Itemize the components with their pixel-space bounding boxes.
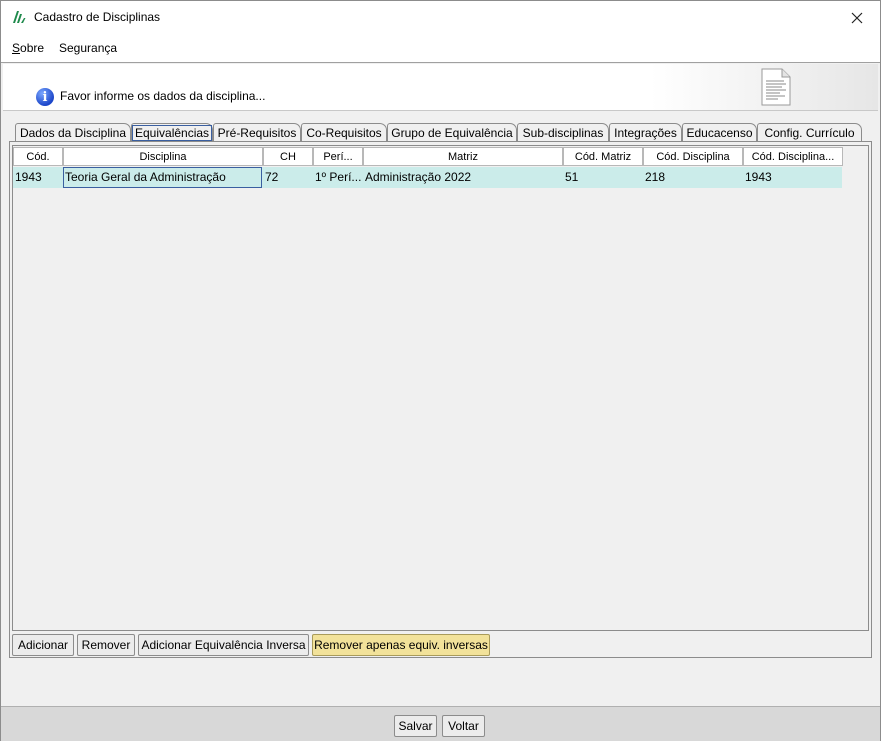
table-row[interactable]: 1943 Teoria Geral da Administração 72 1º… [13, 167, 842, 188]
tab-sub-disciplinas[interactable]: Sub-disciplinas [517, 123, 609, 141]
tab-grupo-de-equivalencia[interactable]: Grupo de Equivalência [387, 123, 517, 141]
add-inverse-equivalence-button[interactable]: Adicionar Equivalência Inversa [138, 634, 309, 656]
info-header: i Favor informe os dados da disciplina..… [3, 64, 878, 111]
cell-periodo[interactable]: 1º Perí... [313, 167, 363, 188]
menu-sobre[interactable]: Sobre [12, 41, 44, 55]
info-icon: i [36, 88, 54, 106]
tab-equivalencias[interactable]: Equivalências [131, 123, 213, 141]
close-icon [851, 12, 863, 23]
menu-bar: Sobre Segurança [1, 34, 880, 63]
col-header-periodo[interactable]: Perí... [313, 147, 363, 166]
menu-sobre-rest: obre [20, 41, 45, 55]
document-icon [761, 68, 791, 106]
app-logo-icon [13, 11, 26, 23]
cell-cod-matriz[interactable]: 51 [563, 167, 643, 188]
col-header-ch[interactable]: CH [263, 147, 313, 166]
col-header-cod-disciplina[interactable]: Cód. Disciplina [643, 147, 743, 166]
cell-disciplina[interactable]: Teoria Geral da Administração [63, 167, 262, 188]
save-button[interactable]: Salvar [394, 715, 437, 737]
tab-integracoes[interactable]: Integrações [609, 123, 682, 141]
tab-equivalencias-label: Equivalências [132, 125, 213, 141]
tab-pre-requisitos[interactable]: Pré-Requisitos [213, 123, 301, 141]
cell-cod[interactable]: 1943 [13, 167, 63, 188]
window-title: Cadastro de Disciplinas [34, 10, 161, 24]
tab-config-curriculo[interactable]: Config. Currículo [757, 123, 862, 141]
col-header-cod-disciplina-2[interactable]: Cód. Disciplina... [743, 147, 843, 166]
tab-educacenso[interactable]: Educacenso [682, 123, 757, 141]
menu-seguranca[interactable]: Segurança [59, 41, 117, 55]
tab-dados-da-disciplina[interactable]: Dados da Disciplina [15, 123, 131, 141]
cell-ch[interactable]: 72 [263, 167, 313, 188]
equivalencias-table[interactable]: Cód. Disciplina CH Perí... Matriz Cód. M… [12, 145, 869, 631]
cell-cod-disciplina[interactable]: 218 [643, 167, 743, 188]
col-header-matriz[interactable]: Matriz [363, 147, 563, 166]
tab-co-requisitos[interactable]: Co-Requisitos [301, 123, 387, 141]
cell-matriz[interactable]: Administração 2022 [363, 167, 563, 188]
title-bar: Cadastro de Disciplinas [1, 1, 880, 34]
remove-button[interactable]: Remover [77, 634, 135, 656]
remove-inverse-equivalences-button[interactable]: Remover apenas equiv. inversas [312, 634, 490, 656]
add-button[interactable]: Adicionar [12, 634, 74, 656]
cell-cod-disciplina-2[interactable]: 1943 [743, 167, 843, 188]
footer-bar: Salvar Voltar [1, 706, 880, 741]
close-button[interactable] [834, 1, 880, 34]
back-button[interactable]: Voltar [442, 715, 485, 737]
col-header-cod[interactable]: Cód. [13, 147, 63, 166]
col-header-disciplina[interactable]: Disciplina [63, 147, 263, 166]
col-header-cod-matriz[interactable]: Cód. Matriz [563, 147, 643, 166]
info-message: Favor informe os dados da disciplina... [60, 89, 266, 103]
dialog-window: Cadastro de Disciplinas Sobre Segurança … [0, 0, 881, 741]
